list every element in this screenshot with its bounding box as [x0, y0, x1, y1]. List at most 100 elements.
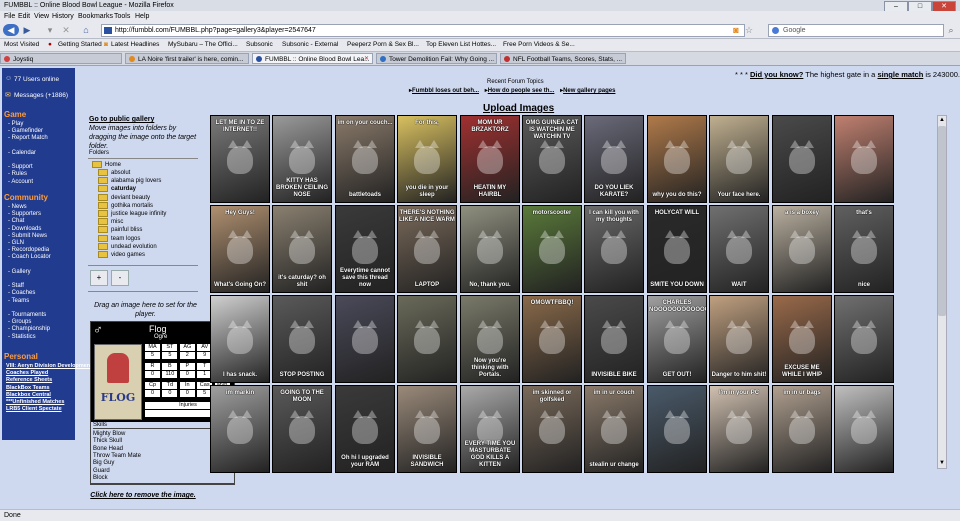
- bookmark-top-eleven[interactable]: Top Eleven List Hottes...: [426, 39, 496, 51]
- sidebar-item-2-6[interactable]: LRB5 Client Spectate: [6, 406, 62, 412]
- gallery-image[interactable]: STOP POSTING: [272, 295, 332, 383]
- folder-item[interactable]: undead evolution: [98, 242, 157, 250]
- menu-file[interactable]: File: [4, 11, 15, 22]
- sidebar-item-2-4[interactable]: Blackbox Central: [6, 392, 51, 398]
- back-icon[interactable]: ◀: [3, 24, 19, 36]
- remove-folder-button[interactable]: -: [111, 270, 129, 286]
- gallery-image[interactable]: why you do this?: [647, 115, 707, 203]
- scroll-thumb[interactable]: [938, 126, 946, 316]
- folder-item[interactable]: caturday: [98, 185, 136, 192]
- gallery-image[interactable]: Your face here.: [709, 115, 769, 203]
- gallery-image[interactable]: EXCUSE ME WHILE I WHIP: [772, 295, 832, 383]
- gallery-image[interactable]: it's caturday? oh shit: [272, 205, 332, 293]
- sidebar-item-2-3[interactable]: BlackBox Teams: [6, 385, 50, 391]
- scroll-down-icon[interactable]: ▼: [938, 459, 946, 467]
- gallery-image[interactable]: a is a boxey: [772, 205, 832, 293]
- gallery-image[interactable]: THERE'S NOTHING LIKE A NICE WARM LAPTOP: [397, 205, 457, 293]
- gallery-image[interactable]: that's nice: [834, 205, 894, 293]
- bookmark-latest-headlines[interactable]: Latest Headlines: [111, 39, 159, 51]
- gallery-image[interactable]: KITTY HAS BROKEN CEILING NOSE: [272, 115, 332, 203]
- sidebar-item-2-1[interactable]: Coaches Played: [6, 370, 48, 376]
- menu-tools[interactable]: Tools: [114, 11, 130, 22]
- sidebar-item-1-9[interactable]: - Gallery: [8, 269, 31, 275]
- gallery-image[interactable]: Hey Guys! What's Going On?: [210, 205, 270, 293]
- menu-view[interactable]: View: [34, 11, 49, 22]
- gallery-image[interactable]: Danger to him shit!: [709, 295, 769, 383]
- gallery-image[interactable]: OMG GUINEA CAT IS WATCHIN ME WATCHIN TV: [522, 115, 582, 203]
- gallery-image[interactable]: INVISIBLE BIKE: [584, 295, 644, 383]
- gallery-image[interactable]: I can kill you with my thoughts: [584, 205, 644, 293]
- sidebar-item-1-0[interactable]: - News: [8, 204, 27, 210]
- gallery-image[interactable]: [397, 295, 457, 383]
- gallery-image[interactable]: For this, you die in your sleep: [397, 115, 457, 203]
- tab-0[interactable]: Joystiq: [0, 53, 122, 64]
- gallery-image[interactable]: I'm in your PC: [709, 385, 769, 473]
- messages-link[interactable]: Messages (+1886): [14, 92, 68, 99]
- sidebar-item-2-0[interactable]: VIII: Aeryn Division Development: [6, 363, 92, 369]
- folder-item[interactable]: alabama pig lovers: [98, 177, 161, 184]
- gallery-image[interactable]: HOLYCAT WILL SMITE YOU DOWN: [647, 205, 707, 293]
- bookmark-mysubaru[interactable]: MySubaru – The Offici...: [168, 39, 238, 51]
- gallery-image[interactable]: [647, 385, 707, 473]
- rss-icon[interactable]: ◙: [731, 24, 741, 36]
- gallery-image[interactable]: MOM UR BRZAKTORZ HEATIN MY HAIRBL: [460, 115, 520, 203]
- gallery-image[interactable]: Everytime cannot save this thread now: [335, 205, 395, 293]
- folder-item[interactable]: team logos: [98, 234, 140, 242]
- sidebar-item-0-7[interactable]: - Rules: [8, 171, 27, 177]
- bookmark-star-icon[interactable]: ☆: [744, 24, 754, 36]
- sidebar-item-2-5[interactable]: ***Unfinished Matches: [6, 399, 64, 405]
- stop-icon[interactable]: ✕: [60, 24, 72, 36]
- folder-item[interactable]: absolut: [98, 169, 130, 176]
- sidebar-item-1-12[interactable]: - Coaches: [8, 290, 35, 296]
- did-you-know-link[interactable]: Did you know?: [750, 70, 803, 79]
- gallery-image[interactable]: Oh hi I upgraded your RAM: [335, 385, 395, 473]
- gallery-image[interactable]: INVISIBLE SANDWICH: [397, 385, 457, 473]
- menu-history[interactable]: History: [52, 11, 74, 22]
- gallery-image[interactable]: [834, 115, 894, 203]
- sidebar-item-1-3[interactable]: - Downloads: [8, 226, 41, 232]
- sidebar-item-1-17[interactable]: - Championship: [8, 326, 50, 332]
- gallery-image[interactable]: [772, 115, 832, 203]
- gallery-image[interactable]: No, thank you.: [460, 205, 520, 293]
- bookmark-getting-started[interactable]: Getting Started: [58, 39, 102, 51]
- gallery-image[interactable]: DO YOU LIEK KARATE?: [584, 115, 644, 203]
- sidebar-item-0-2[interactable]: - Report Match: [8, 135, 48, 141]
- sidebar-item-1-1[interactable]: - Supporters: [8, 211, 41, 217]
- gallery-image[interactable]: im skinned or golfsked: [522, 385, 582, 473]
- bookmark-free-porn[interactable]: Free Porn Videos & Se...: [503, 39, 575, 51]
- sidebar-item-2-2[interactable]: Reference Sheets: [6, 377, 52, 383]
- gallery-image[interactable]: motorscooter: [522, 205, 582, 293]
- menu-edit[interactable]: Edit: [18, 11, 30, 22]
- bookmark-subsonic-external[interactable]: Subsonic - External: [282, 39, 338, 51]
- home-icon[interactable]: ⌂: [80, 24, 92, 36]
- dropdown-icon[interactable]: ▾: [44, 24, 56, 36]
- sidebar-item-1-18[interactable]: - Statistics: [8, 334, 36, 340]
- gallery-scrollbar[interactable]: ▲ ▼: [937, 115, 947, 469]
- upload-images-link[interactable]: Upload Images: [483, 103, 554, 114]
- gallery-image[interactable]: im on your couch... battletoads: [335, 115, 395, 203]
- sidebar-item-0-6[interactable]: - Support: [8, 164, 33, 170]
- gallery-image[interactable]: [834, 385, 894, 473]
- sidebar-item-1-7[interactable]: - Coach Locator: [8, 254, 51, 260]
- gallery-image[interactable]: GOING TO THE MOON: [272, 385, 332, 473]
- sidebar-item-1-16[interactable]: - Groups: [8, 319, 31, 325]
- tab-2[interactable]: FUMBBL :: Online Blood Bowl Lea... ✕: [252, 53, 373, 64]
- gallery-image[interactable]: WAIT: [709, 205, 769, 293]
- sidebar-item-1-4[interactable]: - Submit News: [8, 233, 47, 239]
- gallery-image[interactable]: im markin: [210, 385, 270, 473]
- folder-item[interactable]: painful bliss: [98, 226, 142, 233]
- close-tab-icon[interactable]: ✕: [364, 54, 369, 63]
- sidebar-item-1-11[interactable]: - Staff: [8, 283, 24, 289]
- search-icon[interactable]: ⌕: [946, 24, 956, 36]
- topic-link-3[interactable]: New gallery pages: [563, 88, 615, 94]
- bookmark-most-visited[interactable]: Most Visited: [4, 39, 39, 51]
- folder-item[interactable]: misc: [98, 218, 123, 225]
- sidebar-item-0-4[interactable]: - Calendar: [8, 150, 36, 156]
- gallery-image[interactable]: im in ur bags: [772, 385, 832, 473]
- single-match-link[interactable]: single match: [877, 70, 923, 79]
- bookmark-subsonic[interactable]: Subsonic: [246, 39, 273, 51]
- gallery-image[interactable]: CHARLES NOOOOOOOOOOOO! GET OUT!: [647, 295, 707, 383]
- tab-3[interactable]: Tower Demolition Fail: Why Going ...: [376, 53, 497, 64]
- bookmark-peeperz[interactable]: Peeperz Porn & Sex Bl...: [347, 39, 419, 51]
- public-gallery-link[interactable]: Go to public gallery: [89, 116, 154, 123]
